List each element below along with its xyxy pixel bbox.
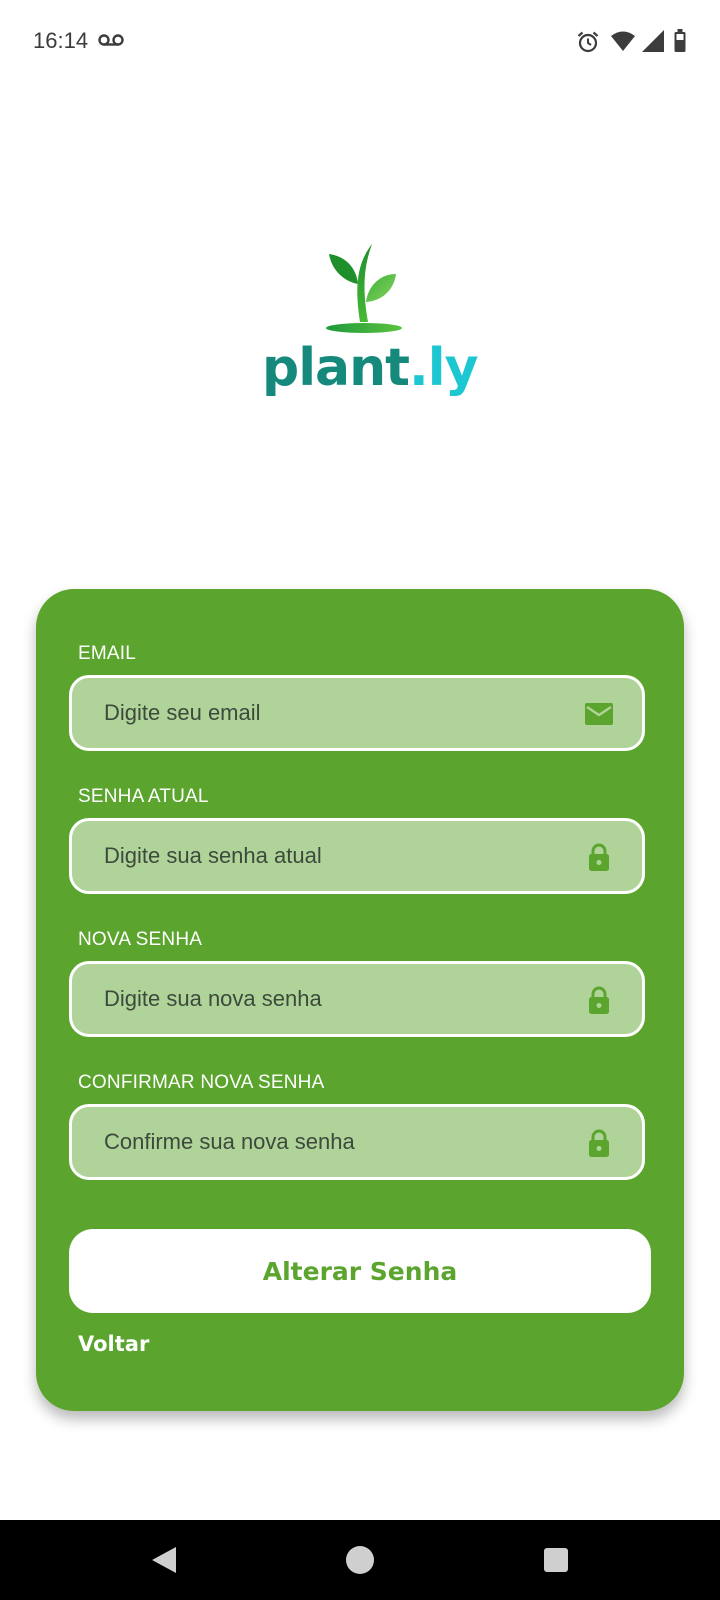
email-input[interactable] bbox=[104, 678, 564, 748]
email-label: EMAIL bbox=[78, 643, 137, 664]
sprout-icon bbox=[326, 244, 402, 333]
back-icon[interactable] bbox=[146, 1542, 182, 1578]
lock-icon bbox=[589, 1129, 609, 1157]
email-field[interactable] bbox=[69, 675, 645, 751]
home-icon[interactable] bbox=[342, 1542, 378, 1578]
recents-icon[interactable] bbox=[538, 1542, 574, 1578]
current-password-label: SENHA ATUAL bbox=[78, 786, 209, 807]
status-time: 16:14 bbox=[33, 28, 89, 53]
lock-icon bbox=[589, 986, 609, 1014]
navigation-bar bbox=[0, 1520, 720, 1600]
logo-text-ly: .ly bbox=[409, 338, 478, 398]
change-password-button[interactable]: Alterar Senha bbox=[69, 1229, 651, 1313]
wifi-icon bbox=[611, 31, 635, 51]
mail-icon bbox=[585, 703, 613, 725]
signal-icon bbox=[642, 30, 664, 52]
logo-wordmark: plant.ly bbox=[262, 342, 479, 394]
alarm-icon bbox=[577, 31, 599, 53]
status-bar: 16:14 bbox=[0, 0, 720, 84]
current-password-input[interactable] bbox=[104, 821, 564, 891]
confirm-password-input[interactable] bbox=[104, 1107, 564, 1177]
battery-icon bbox=[674, 29, 686, 52]
new-password-field[interactable] bbox=[69, 961, 645, 1037]
change-password-card: EMAIL SENHA ATUAL NOVA SENHA CONFIRMAR N… bbox=[36, 589, 684, 1411]
new-password-label: NOVA SENHA bbox=[78, 929, 203, 950]
new-password-input[interactable] bbox=[104, 964, 564, 1034]
lock-icon bbox=[589, 843, 609, 871]
voicemail-icon bbox=[98, 34, 124, 46]
back-link[interactable]: Voltar bbox=[78, 1332, 149, 1356]
logo-text-plant: plant bbox=[262, 338, 410, 398]
app-logo: plant.ly bbox=[262, 244, 479, 404]
confirm-password-label: CONFIRMAR NOVA SENHA bbox=[78, 1072, 325, 1093]
current-password-field[interactable] bbox=[69, 818, 645, 894]
confirm-password-field[interactable] bbox=[69, 1104, 645, 1180]
